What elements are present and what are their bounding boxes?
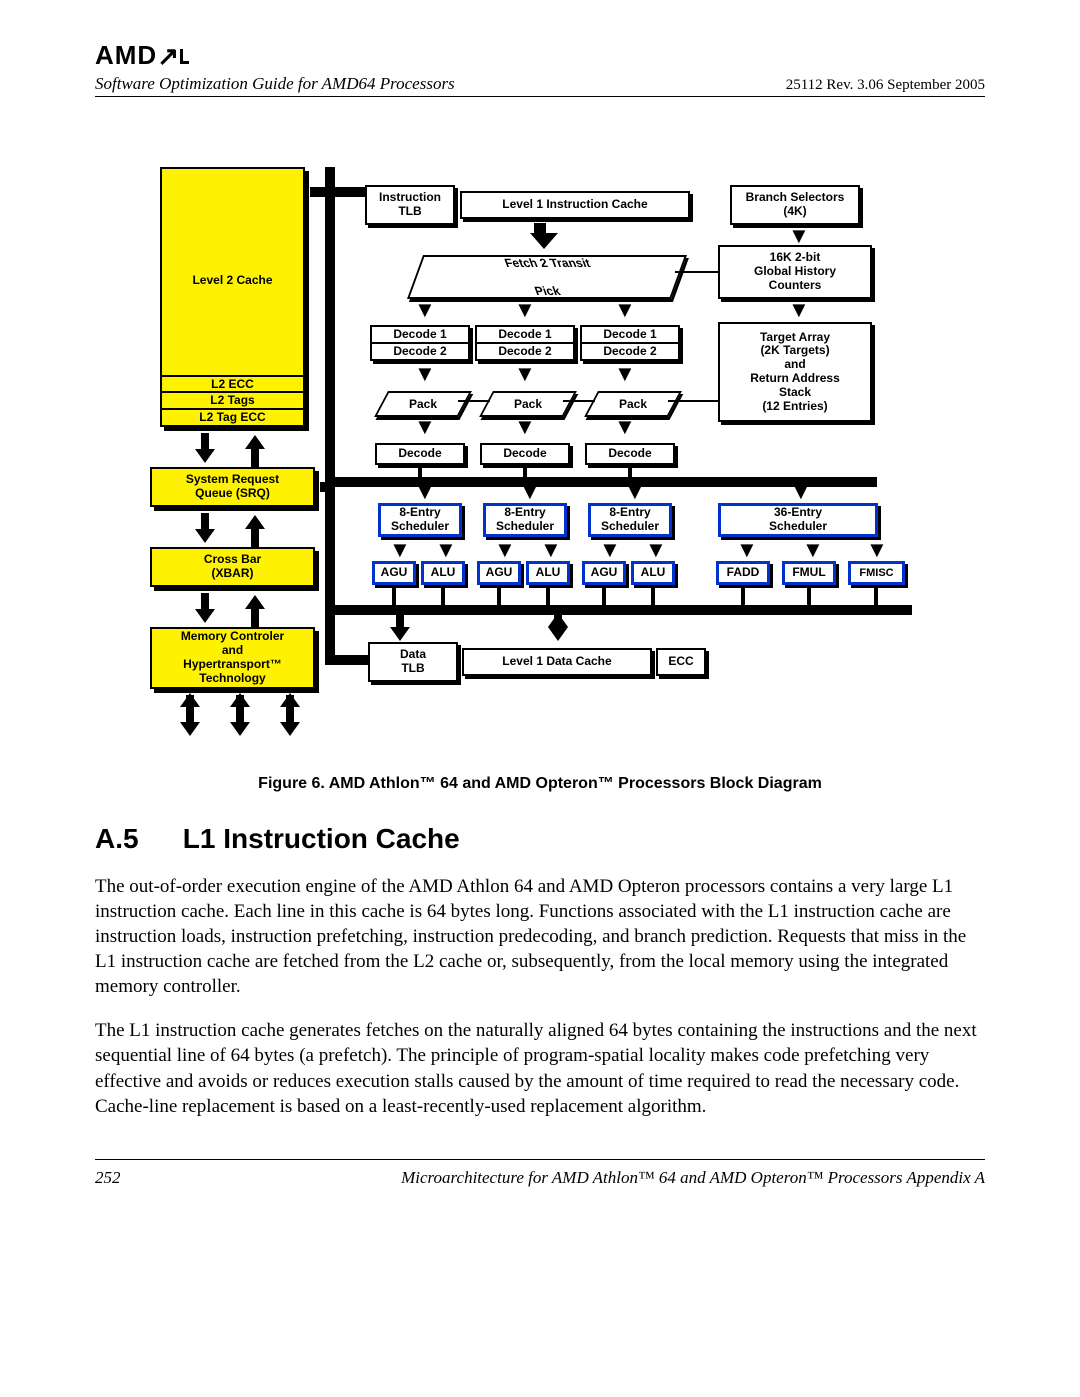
amd-logo: AMD↗ <box>95 40 985 72</box>
doc-title: Software Optimization Guide for AMD64 Pr… <box>95 74 455 94</box>
footer-text: Microarchitecture for AMD Athlon™ 64 and… <box>401 1168 985 1188</box>
decode12-col2: Decode 1 Decode 2 <box>475 325 575 361</box>
l1d-cache-block: Level 1 Data Cache <box>462 648 652 676</box>
branch-selectors-block: Branch Selectors (4K) <box>730 185 860 225</box>
sched8-col1: 8-EntryScheduler <box>378 503 462 537</box>
doc-revision: 25112 Rev. 3.06 September 2005 <box>786 77 985 94</box>
page-footer: 252 Microarchitecture for AMD Athlon™ 64… <box>95 1159 985 1188</box>
block-diagram: Level 2 Cache L2 ECC L2 Tags L2 Tag ECC … <box>100 167 980 757</box>
fmul: FMUL <box>782 561 836 585</box>
fmisc: FMISC <box>848 561 905 585</box>
agu-3: AGU <box>582 561 626 585</box>
section-title: L1 Instruction Cache <box>183 823 460 854</box>
decode12-col3: Decode 1 Decode 2 <box>580 325 680 361</box>
agu-2: AGU <box>477 561 521 585</box>
section-number: A.5 <box>95 823 175 855</box>
ecc-block: ECC <box>656 648 706 676</box>
body-paragraph-1: The out-of-order execution engine of the… <box>95 874 985 999</box>
ghc-block-frame: 16K 2-bit Global History Counters <box>718 245 872 299</box>
alu-2: ALU <box>526 561 570 585</box>
agu-1: AGU <box>372 561 416 585</box>
srq-block: System Request Queue (SRQ) <box>150 467 315 507</box>
fetch-pick-block: Fetch 2 Transit Pick <box>407 255 687 299</box>
itlb-block: Instruction TLB <box>365 185 455 225</box>
body-paragraph-2: The L1 instruction cache generates fetch… <box>95 1018 985 1118</box>
figure-caption: Figure 6. AMD Athlon™ 64 and AMD Opteron… <box>95 775 985 793</box>
decode12-col1: Decode 1 Decode 2 <box>370 325 470 361</box>
page-header: Software Optimization Guide for AMD64 Pr… <box>95 74 985 97</box>
dtlb-block: Data TLB <box>368 642 458 682</box>
l2-tag-ecc-row: L2 Tag ECC <box>162 408 303 425</box>
alu-1: ALU <box>421 561 465 585</box>
l2-ecc-row: L2 ECC <box>162 375 303 392</box>
page-number: 252 <box>95 1168 121 1188</box>
sched8-col2: 8-EntryScheduler <box>483 503 567 537</box>
alu-3: ALU <box>631 561 675 585</box>
section-heading: A.5 L1 Instruction Cache <box>95 823 985 855</box>
sched36: 36-EntryScheduler <box>718 503 878 537</box>
fadd: FADD <box>716 561 770 585</box>
decode-col2: Decode <box>480 443 570 465</box>
decode-col1: Decode <box>375 443 465 465</box>
decode-col3: Decode <box>585 443 675 465</box>
sched8-col3: 8-EntryScheduler <box>588 503 672 537</box>
l1i-cache-block: Level 1 Instruction Cache <box>460 191 690 219</box>
l2-tags-row: L2 Tags <box>162 391 303 408</box>
target-array-block: Target Array (2K Targets) and Return Add… <box>718 322 872 422</box>
xbar-block: Cross Bar (XBAR) <box>150 547 315 587</box>
l2-cache-block: Level 2 Cache L2 ECC L2 Tags L2 Tag ECC <box>160 167 305 427</box>
mem-controller-block: Memory Controler and Hypertransport™ Tec… <box>150 627 315 689</box>
